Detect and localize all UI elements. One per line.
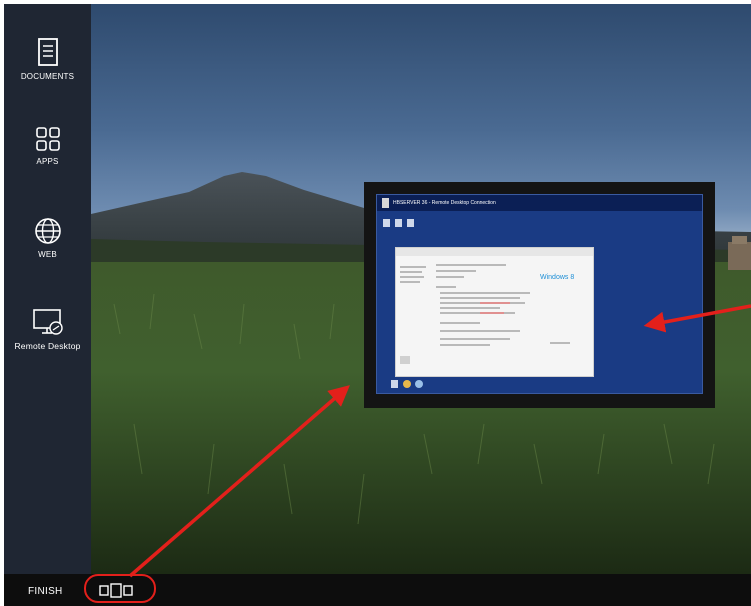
sidebar-item-label: DOCUMENTS xyxy=(20,72,75,81)
remote-window-title: HBSERVER 36 - Remote Desktop Connection xyxy=(393,200,496,206)
remote-session-control-panel: Windows 8 xyxy=(395,247,594,377)
control-panel-titlebar xyxy=(396,248,593,256)
remote-desktop-icons xyxy=(383,219,414,227)
sidebar-item-label: APPS xyxy=(36,157,59,166)
remote-taskbar-icons xyxy=(391,380,423,388)
taskbar: FINISH xyxy=(4,574,751,606)
document-icon xyxy=(37,38,58,66)
sidebar-item-label: WEB xyxy=(38,250,57,259)
sidebar-item-documents[interactable]: DOCUMENTS xyxy=(4,37,91,81)
remote-desktop-icon xyxy=(32,309,63,335)
task-view-icon[interactable] xyxy=(99,583,133,598)
remote-desktop-screen: HBSERVER 36 - Remote Desktop Connection xyxy=(376,194,703,394)
sidebar-item-web[interactable]: WEB xyxy=(4,217,91,259)
desktop-screen: DOCUMENTS APPS WEB Remote Desktop HBSERV… xyxy=(4,4,751,606)
sidebar: DOCUMENTS APPS WEB Remote Desktop xyxy=(4,4,91,574)
server-icon xyxy=(382,198,389,208)
globe-icon xyxy=(34,218,61,244)
sidebar-item-apps[interactable]: APPS xyxy=(4,126,91,166)
sidebar-item-remote-desktop[interactable]: Remote Desktop xyxy=(4,308,91,351)
windows-8-label: Windows 8 xyxy=(540,274,575,281)
finish-button[interactable]: FINISH xyxy=(28,586,63,597)
apps-grid-icon xyxy=(35,127,60,151)
remote-desktop-window-thumbnail[interactable]: HBSERVER 36 - Remote Desktop Connection xyxy=(364,182,715,408)
sidebar-item-label: Remote Desktop xyxy=(14,341,81,351)
remote-window-titlebar: HBSERVER 36 - Remote Desktop Connection xyxy=(377,195,702,211)
